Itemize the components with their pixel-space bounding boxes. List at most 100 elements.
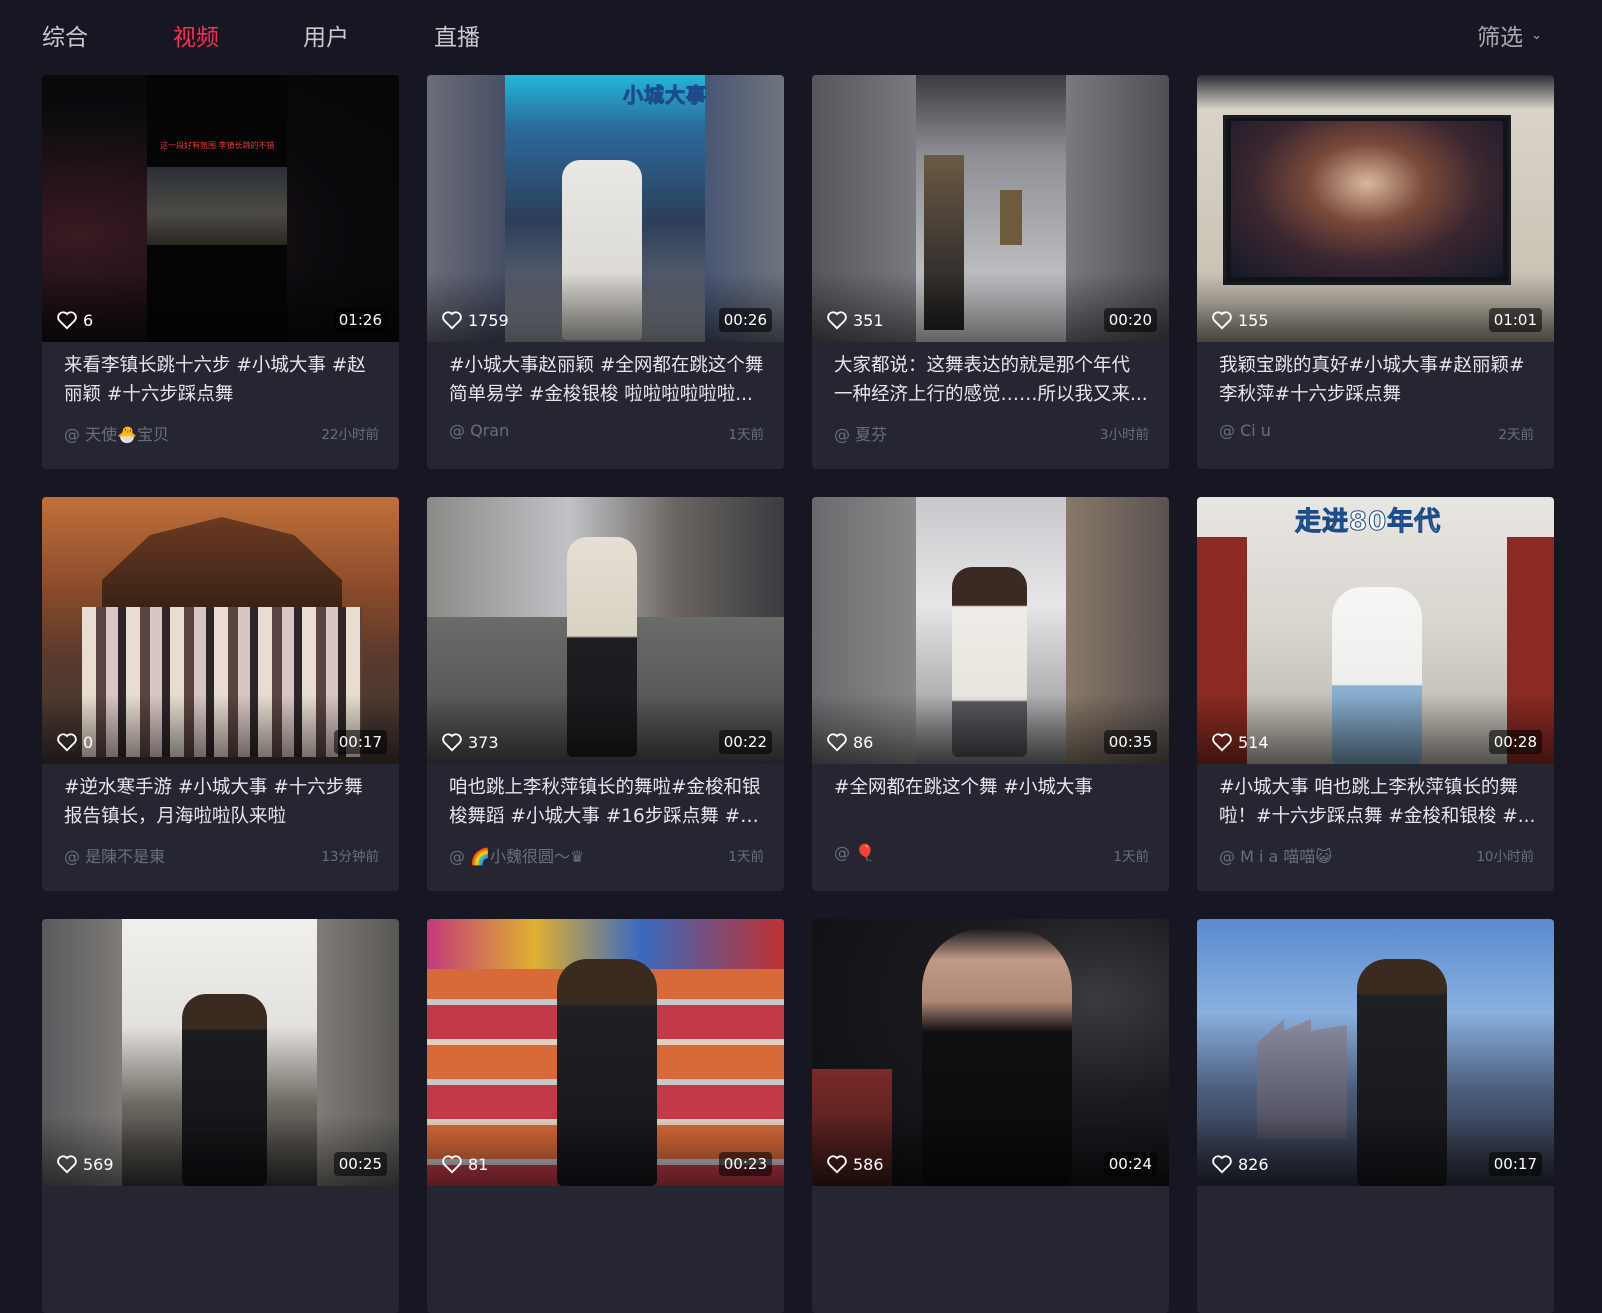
video-thumbnail: 826 00:17 (1197, 919, 1554, 1186)
video-title[interactable] (64, 1195, 382, 1257)
video-card[interactable]: 小城大事 1759 00:26 #小城大事赵丽颖 #全网都在跳这个舞 简单易学 … (427, 75, 784, 469)
heart-icon (1212, 1155, 1232, 1174)
video-title[interactable] (1219, 1195, 1537, 1257)
search-tabs: 综合 视频 用户 直播 筛选 ⌄ (0, 0, 1602, 70)
like-count: 155 (1211, 310, 1269, 330)
tab-users[interactable]: 用户 (303, 18, 349, 52)
video-author[interactable]: @ Ci u (1219, 421, 1271, 440)
tab-all[interactable]: 综合 (42, 18, 88, 52)
like-count-value: 1759 (468, 310, 509, 330)
heart-icon (827, 1155, 847, 1174)
video-thumbnail: 0 00:17 (42, 497, 399, 764)
video-card[interactable]: 81 00:23 (427, 919, 784, 1313)
tab-video[interactable]: 视频 (173, 18, 219, 52)
like-count: 86 (826, 732, 873, 752)
video-duration: 00:23 (718, 1152, 772, 1176)
like-count-value: 0 (83, 732, 94, 752)
video-author[interactable]: @ 天使🐣宝贝 (64, 421, 169, 445)
like-count: 81 (441, 1154, 488, 1174)
like-count: 0 (56, 732, 93, 752)
video-author[interactable]: @ 夏芬 (834, 421, 887, 445)
filter-button[interactable]: 筛选 ⌄ (1477, 18, 1542, 52)
video-time: 22小时前 (321, 427, 379, 443)
like-count: 351 (826, 310, 884, 330)
video-author[interactable]: @ 🌈小魏很圆～♛ (449, 843, 584, 867)
like-count: 514 (1211, 732, 1269, 752)
video-thumbnail: 569 00:25 (42, 919, 399, 1186)
like-count-value: 826 (1238, 1154, 1269, 1174)
video-thumbnail: 86 00:35 (812, 497, 1169, 764)
video-title[interactable]: 大家都说：这舞表达的就是那个年代 一种经济上行的感觉……所以我又来... (834, 351, 1152, 413)
video-author[interactable]: @ M i a 喵喵😺 (1219, 843, 1332, 867)
video-duration: 00:25 (333, 1152, 387, 1176)
video-duration: 00:17 (1488, 1152, 1542, 1176)
video-thumbnail: 小城大事 1759 00:26 (427, 75, 784, 342)
like-count-value: 155 (1238, 310, 1269, 330)
video-author[interactable]: @ Qran (449, 421, 509, 440)
video-card[interactable]: 155 01:01 我颖宝跳的真好#小城大事#赵丽颖# 李秋萍#十六步踩点舞 @… (1197, 75, 1554, 469)
video-card[interactable]: 351 00:20 大家都说：这舞表达的就是那个年代 一种经济上行的感觉……所以… (812, 75, 1169, 469)
heart-icon (57, 733, 77, 752)
heart-icon (57, 1155, 77, 1174)
video-overlay-text: 走进80年代 (1294, 507, 1442, 538)
like-count-value: 514 (1238, 732, 1269, 752)
video-time: 1天前 (728, 427, 764, 443)
like-count: 373 (441, 732, 499, 752)
like-count-value: 86 (853, 732, 874, 752)
video-thumbnail: 586 00:24 (812, 919, 1169, 1186)
video-title[interactable]: 来看李镇长跳十六步 #小城大事 #赵丽颖 #十六步踩点舞 (64, 351, 382, 413)
video-title[interactable]: #小城大事 咱也跳上李秋萍镇长的舞 啦！#十六步踩点舞 #金梭和银梭 #... (1219, 773, 1537, 835)
video-overlay-text: 小城大事 (623, 83, 707, 108)
video-duration: 00:20 (1103, 308, 1157, 332)
video-card[interactable]: 826 00:17 (1197, 919, 1554, 1313)
tab-live[interactable]: 直播 (434, 18, 480, 52)
heart-icon (827, 733, 847, 752)
video-time: 1天前 (1113, 849, 1149, 865)
video-title[interactable]: #全网都在跳这个舞 #小城大事 (834, 773, 1152, 835)
video-card[interactable]: 569 00:25 (42, 919, 399, 1313)
like-count: 586 (826, 1154, 884, 1174)
video-duration: 01:01 (1488, 308, 1542, 332)
video-thumbnail: 这一段好有氛围 李镇长跳的不错 6 01:26 (42, 75, 399, 342)
video-duration: 00:17 (333, 730, 387, 754)
video-thumbnail: 走进80年代 514 00:28 (1197, 497, 1554, 764)
like-count-value: 6 (83, 310, 94, 330)
video-title[interactable]: #小城大事赵丽颖 #全网都在跳这个舞 简单易学 #金梭银梭 啦啦啦啦啦啦... (449, 351, 767, 413)
video-card[interactable]: 586 00:24 (812, 919, 1169, 1313)
like-count: 569 (56, 1154, 114, 1174)
video-thumbnail: 155 01:01 (1197, 75, 1554, 342)
like-count: 826 (1211, 1154, 1269, 1174)
video-title[interactable] (834, 1195, 1152, 1257)
like-count-value: 351 (853, 310, 884, 330)
like-count: 6 (56, 310, 93, 330)
video-card[interactable]: 86 00:35 #全网都在跳这个舞 #小城大事 @ 🎈 1天前 (812, 497, 1169, 891)
like-count-value: 586 (853, 1154, 884, 1174)
video-thumbnail: 351 00:20 (812, 75, 1169, 342)
video-author[interactable]: @ 是陳不是東 (64, 843, 165, 867)
heart-icon (442, 733, 462, 752)
like-count: 1759 (441, 310, 509, 330)
heart-icon (57, 311, 77, 330)
like-count-value: 81 (468, 1154, 489, 1174)
video-title[interactable]: #逆水寒手游 #小城大事 #十六步舞 报告镇长，月海啦啦队来啦 (64, 773, 382, 835)
video-card[interactable]: 走进80年代 514 00:28 #小城大事 咱也跳上李秋萍镇长的舞 啦！#十六… (1197, 497, 1554, 891)
heart-icon (442, 1155, 462, 1174)
video-overlay-text: 这一段好有氛围 李镇长跳的不错 (160, 141, 275, 150)
video-card[interactable]: 373 00:22 咱也跳上李秋萍镇长的舞啦#金梭和银 梭舞蹈 #小城大事 #1… (427, 497, 784, 891)
video-title[interactable]: 咱也跳上李秋萍镇长的舞啦#金梭和银 梭舞蹈 #小城大事 #16步踩点舞 #学..… (449, 773, 767, 835)
video-duration: 00:28 (1488, 730, 1542, 754)
heart-icon (1212, 733, 1232, 752)
video-duration: 00:22 (718, 730, 772, 754)
chevron-down-icon: ⌄ (1531, 28, 1542, 43)
video-time: 13分钟前 (321, 849, 379, 865)
video-card[interactable]: 0 00:17 #逆水寒手游 #小城大事 #十六步舞 报告镇长，月海啦啦队来啦 … (42, 497, 399, 891)
video-title[interactable]: 我颖宝跳的真好#小城大事#赵丽颖# 李秋萍#十六步踩点舞 (1219, 351, 1537, 413)
video-author[interactable]: @ 🎈 (834, 843, 875, 862)
video-duration: 00:26 (718, 308, 772, 332)
video-duration: 01:26 (333, 308, 387, 332)
video-title[interactable] (449, 1195, 767, 1257)
like-count-value: 373 (468, 732, 499, 752)
video-thumbnail: 373 00:22 (427, 497, 784, 764)
video-time: 10小时前 (1476, 849, 1534, 865)
video-card[interactable]: 这一段好有氛围 李镇长跳的不错 6 01:26 来看李镇长跳十六步 #小城大事 … (42, 75, 399, 469)
